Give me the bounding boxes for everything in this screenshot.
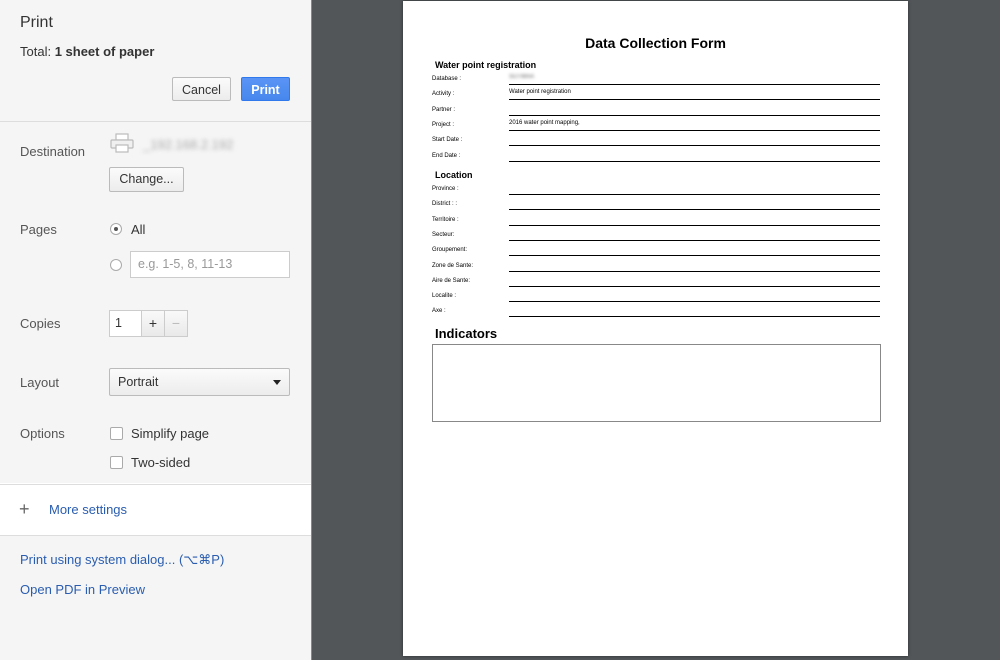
- footer-links: Print using system dialog... (⌥⌘P) Open …: [0, 536, 311, 660]
- location-field-label: Aire de Sante:: [432, 277, 471, 284]
- total-summary: Total: 1 sheet of paper: [20, 44, 154, 59]
- print-header: Print Total: 1 sheet of paper Cancel Pri…: [0, 0, 311, 122]
- section-title-indicators: Indicators: [435, 326, 498, 341]
- indicators-box: [432, 344, 881, 422]
- system-dialog-link[interactable]: Print using system dialog... (⌥⌘P): [20, 552, 224, 568]
- location-field-line: [509, 285, 880, 287]
- form-field-value: SUTMAA: [509, 74, 535, 80]
- location-field-line: [509, 239, 880, 241]
- more-settings-link[interactable]: More settings: [49, 502, 127, 517]
- preview-page: Data Collection Form Water point registr…: [403, 1, 908, 656]
- cancel-button[interactable]: Cancel: [172, 77, 231, 101]
- form-field-label: Activity :: [432, 91, 455, 98]
- plus-icon: +: [19, 499, 30, 519]
- location-field-label: Groupement:: [432, 247, 468, 254]
- change-destination-button[interactable]: Change...: [109, 167, 184, 192]
- print-settings-panel: Print Total: 1 sheet of paper Cancel Pri…: [0, 0, 311, 660]
- pages-label: Pages: [20, 222, 57, 237]
- location-field-line: [509, 255, 880, 257]
- open-pdf-link[interactable]: Open PDF in Preview: [20, 582, 145, 597]
- location-field-line: [509, 316, 880, 318]
- form-field-line: [509, 84, 880, 85]
- form-field-line: [509, 99, 880, 101]
- location-field-line: [509, 194, 880, 195]
- pages-all-radio[interactable]: [110, 223, 122, 235]
- location-field-label: Axe :: [432, 308, 446, 315]
- form-field-line: [509, 160, 880, 162]
- form-field-label: Database :: [432, 76, 462, 82]
- options-label: Options: [20, 426, 65, 441]
- pages-range-radio[interactable]: [110, 259, 122, 271]
- location-field-label: District : :: [432, 201, 457, 208]
- location-field-line: [509, 270, 880, 272]
- copies-input[interactable]: 1: [109, 310, 142, 337]
- location-field-line: [509, 209, 880, 211]
- pages-range-input[interactable]: e.g. 1-5, 8, 11-13: [130, 251, 290, 278]
- printer-name: _192.168.2.192: [143, 137, 234, 152]
- location-field-line: [509, 301, 880, 303]
- form-field-value: Water point registration: [509, 89, 571, 96]
- location-field-label: Localite :: [432, 293, 457, 300]
- form-field-label: Project :: [432, 121, 455, 128]
- form-field-label: End Date :: [432, 152, 461, 159]
- two-sided-label: Two-sided: [131, 455, 191, 470]
- simplify-page-checkbox[interactable]: [110, 427, 123, 440]
- location-field-label: Secteur:: [432, 231, 455, 238]
- total-value: 1 sheet of paper: [54, 44, 155, 59]
- form-field-line: [509, 129, 880, 131]
- form-field-value: 2016 water point mapping,: [509, 119, 580, 126]
- caret-down-icon: [273, 380, 281, 385]
- dialog-title: Print: [20, 14, 53, 31]
- form-field-line: [509, 145, 880, 147]
- two-sided-checkbox[interactable]: [110, 456, 123, 469]
- location-field-label: Zone de Sante:: [432, 262, 474, 269]
- form-field-label: Partner :: [432, 106, 456, 113]
- total-label: Total:: [20, 44, 55, 59]
- location-field-label: Province :: [432, 186, 459, 192]
- form-title: Data Collection Form: [585, 35, 726, 51]
- section-title-water-point: Water point registration: [435, 60, 537, 70]
- copies-decrement-button[interactable]: −: [164, 310, 188, 337]
- section-title-location: Location: [435, 170, 473, 180]
- more-settings-row[interactable]: + More settings: [0, 484, 311, 536]
- layout-label: Layout: [20, 375, 60, 390]
- printer-icon: [110, 133, 134, 153]
- form-field-line: [509, 114, 880, 116]
- layout-select[interactable]: Portrait: [109, 368, 290, 396]
- layout-selected-value: Portrait: [118, 375, 159, 389]
- print-button[interactable]: Print: [241, 77, 290, 101]
- simplify-page-label: Simplify page: [131, 426, 210, 441]
- copies-increment-button[interactable]: +: [141, 310, 165, 337]
- pages-all-label: All: [131, 222, 146, 237]
- destination-label: Destination: [20, 144, 86, 159]
- location-field-label: Territoire :: [432, 216, 459, 223]
- location-field-line: [509, 224, 880, 226]
- form-field-label: Start Date :: [432, 137, 463, 144]
- copies-label: Copies: [20, 316, 61, 331]
